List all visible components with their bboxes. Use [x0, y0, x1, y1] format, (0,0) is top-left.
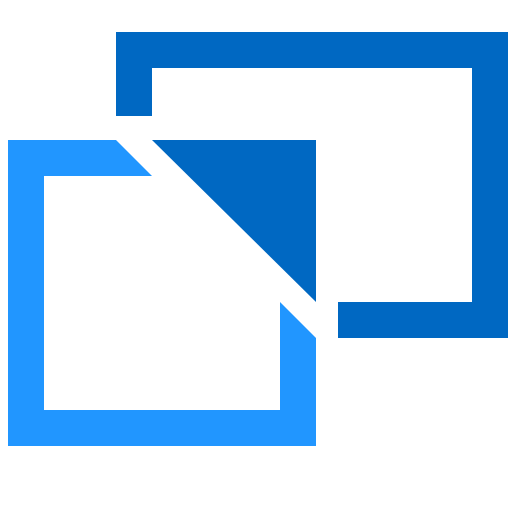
icon-canvas — [0, 0, 512, 512]
picture-in-picture-icon — [8, 32, 508, 446]
diagonal-arrow-icon — [152, 140, 316, 302]
